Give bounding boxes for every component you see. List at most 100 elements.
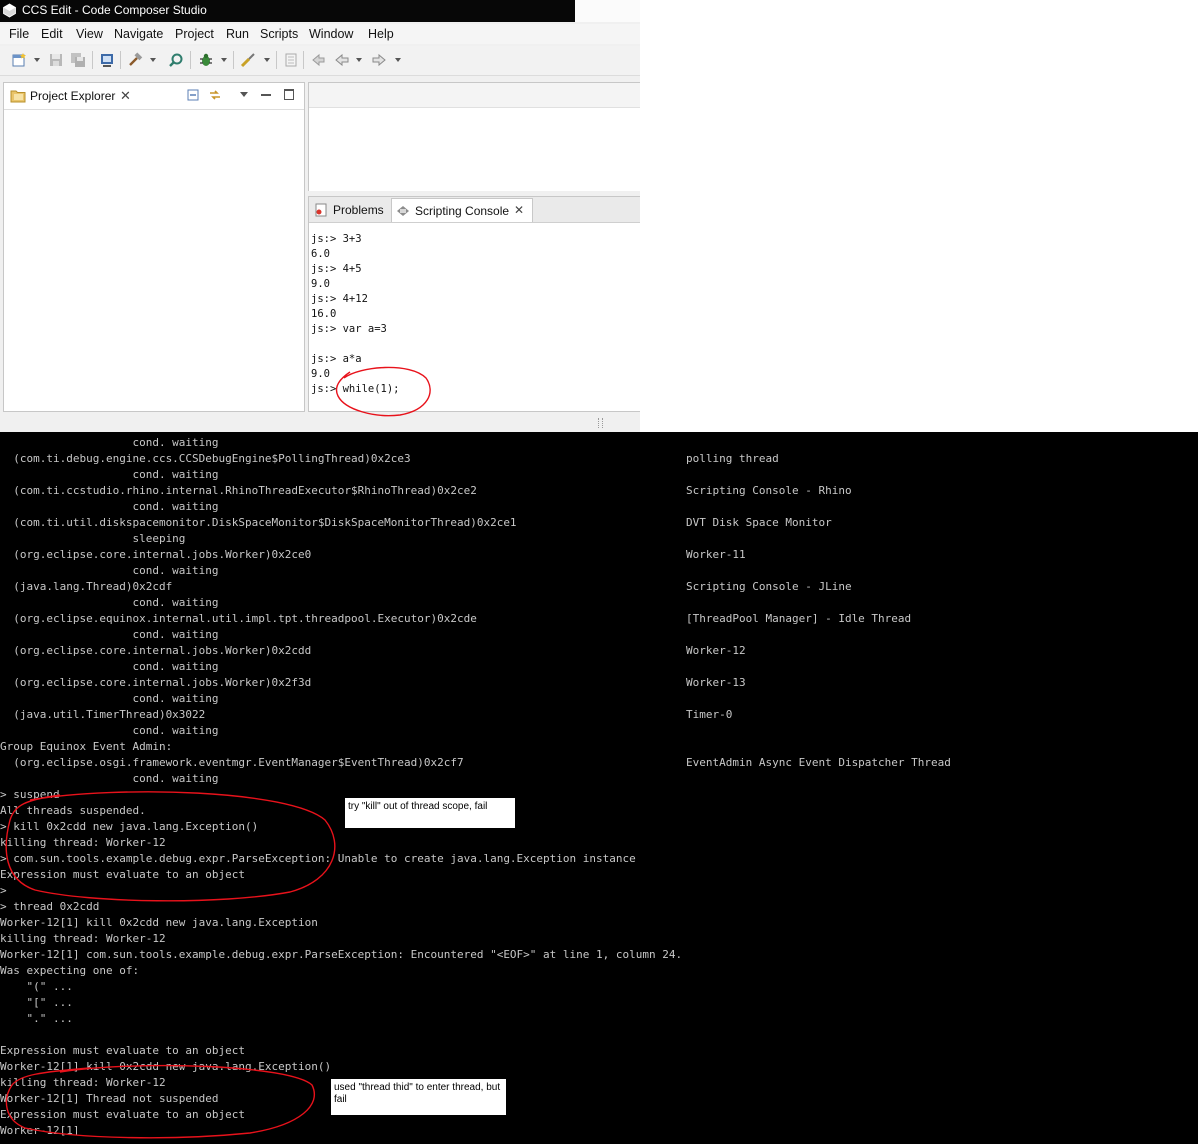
terminal-line: > thread 0x2cdd (0, 899, 1198, 915)
terminal-thread-name: DVT Disk Space Monitor (686, 516, 832, 529)
terminal-line-text: (com.ti.util.diskspacemonitor.DiskSpaceM… (0, 516, 517, 529)
build-dropdown-icon[interactable] (150, 58, 156, 62)
console-line: 6.0 (311, 248, 330, 260)
close-icon[interactable]: ✕ (120, 88, 131, 104)
console-line: js:> 3+3 (311, 233, 362, 245)
maximize-icon[interactable] (284, 89, 294, 100)
last-edit-icon[interactable] (310, 52, 326, 68)
terminal-line-text: cond. waiting (0, 468, 219, 481)
view-menu-icon[interactable] (240, 92, 248, 97)
terminal-line-text: (org.eclipse.core.internal.jobs.Worker)0… (0, 644, 312, 657)
project-explorer-label: Project Explorer (30, 89, 116, 103)
project-explorer-view: Project Explorer ✕ (3, 82, 305, 412)
minimize-icon[interactable] (261, 94, 271, 96)
terminal-line-text: > (0, 884, 7, 897)
terminal-line: "." ... (0, 1011, 1198, 1027)
terminal-line-text: "." ... (0, 1012, 73, 1025)
menu-scripts[interactable]: Scripts (260, 27, 298, 41)
menu-run[interactable]: Run (226, 27, 249, 41)
menu-window[interactable]: Window (309, 27, 353, 41)
menu-project[interactable]: Project (175, 27, 214, 41)
forward-dropdown-icon[interactable] (395, 58, 401, 62)
terminal-line-text: Worker-12[1] kill 0x2cdd new java.lang.E… (0, 916, 318, 929)
terminal-line-text: > kill 0x2cdd new java.lang.Exception() (0, 820, 259, 833)
terminal-line: killing thread: Worker-12 (0, 1075, 1198, 1091)
save-all-icon[interactable] (70, 52, 86, 68)
new-dropdown-icon[interactable] (34, 58, 40, 62)
menu-navigate[interactable]: Navigate (114, 27, 163, 41)
tab-scripting-console[interactable]: Scripting Console ✕ (391, 198, 533, 222)
scripting-console-icon (397, 206, 409, 216)
page-icon[interactable] (283, 52, 299, 68)
terminal-thread-name: Worker-12 (686, 644, 746, 657)
menu-view[interactable]: View (76, 27, 103, 41)
flash-tool-icon[interactable] (240, 52, 256, 68)
console-view-icon[interactable] (99, 52, 115, 68)
terminal-line-text: Group Equinox Event Admin: (0, 740, 173, 753)
debug-bug-icon[interactable] (198, 52, 214, 68)
terminal-line-text: cond. waiting (0, 628, 219, 641)
close-icon[interactable]: ✕ (514, 203, 524, 217)
link-with-editor-icon[interactable] (208, 88, 222, 102)
terminal-line: "(" ... (0, 979, 1198, 995)
flash-dropdown-icon[interactable] (264, 58, 270, 62)
forward-arrow-icon[interactable] (371, 52, 387, 68)
terminal-line-text: cond. waiting (0, 692, 219, 705)
terminal-thread-name: Scripting Console - JLine (686, 580, 852, 593)
build-hammer-icon[interactable] (127, 52, 143, 68)
tab-problems[interactable]: Problems (310, 198, 390, 221)
terminal-line: > kill 0x2cdd new java.lang.Exception() (0, 819, 1198, 835)
toolbar-separator (92, 51, 93, 69)
terminal-line: Group Equinox Event Admin: (0, 739, 1198, 755)
debug-dropdown-icon[interactable] (221, 58, 227, 62)
console-tab-strip: Problems Scripting Console ✕ (309, 197, 640, 223)
menu-edit[interactable]: Edit (41, 27, 63, 41)
terminal-line-text: (java.util.TimerThread)0x3022 (0, 708, 206, 721)
scripting-console-output[interactable]: js:> 3+3 6.0 js:> 4+5 9.0 js:> 4+12 16.0… (311, 232, 639, 397)
jdb-terminal[interactable]: cond. waiting (com.ti.debug.engine.ccs.C… (0, 432, 1198, 1144)
title-bar[interactable]: CCS Edit - Code Composer Studio (0, 0, 575, 22)
terminal-line: All threads suspended. (0, 803, 1198, 819)
back-dropdown-icon[interactable] (356, 58, 362, 62)
terminal-thread-name: Worker-13 (686, 676, 746, 689)
resize-grip[interactable] (598, 418, 603, 428)
terminal-line: Worker-12[1] kill 0x2cdd new java.lang.E… (0, 1059, 1198, 1075)
terminal-line: Worker-12[1] Thread not suspended (0, 1091, 1198, 1107)
terminal-line-text: (org.eclipse.equinox.internal.util.impl.… (0, 612, 477, 625)
terminal-line: (org.eclipse.core.internal.jobs.Worker)0… (0, 675, 1198, 691)
toolbar-separator (233, 51, 234, 69)
title-bar-extension (575, 0, 640, 22)
console-line: js:> 4+5 (311, 263, 362, 275)
main-toolbar (0, 46, 640, 76)
terminal-line: cond. waiting (0, 771, 1198, 787)
terminal-line: (com.ti.debug.engine.ccs.CCSDebugEngine$… (0, 451, 1198, 467)
menu-file[interactable]: File (9, 27, 29, 41)
terminal-thread-name: Scripting Console - Rhino (686, 484, 852, 497)
terminal-line: > suspend (0, 787, 1198, 803)
terminal-line: Worker-12[1] com.sun.tools.example.debug… (0, 947, 1198, 963)
terminal-line-text: > thread 0x2cdd (0, 900, 100, 913)
terminal-line: Was expecting one of: (0, 963, 1198, 979)
search-icon[interactable] (168, 52, 184, 68)
new-icon[interactable] (11, 52, 27, 68)
terminal-line-text: (org.eclipse.osgi.framework.eventmgr.Eve… (0, 756, 464, 769)
terminal-line-text: cond. waiting (0, 500, 219, 513)
terminal-line-text: "[" ... (0, 996, 73, 1009)
terminal-line: "[" ... (0, 995, 1198, 1011)
terminal-line: cond. waiting (0, 595, 1198, 611)
collapse-all-icon[interactable] (186, 88, 200, 102)
editor-area[interactable] (308, 82, 640, 191)
terminal-line-text: cond. waiting (0, 596, 219, 609)
menu-help[interactable]: Help (368, 27, 394, 41)
ccs-app-icon (3, 3, 16, 18)
toolbar-separator (120, 51, 121, 69)
project-explorer-tab[interactable]: Project Explorer ✕ (4, 83, 304, 110)
toolbar-separator (190, 51, 191, 69)
console-line: 16.0 (311, 308, 337, 320)
terminal-line: (org.eclipse.core.internal.jobs.Worker)0… (0, 547, 1198, 563)
back-arrow-icon[interactable] (334, 52, 350, 68)
save-icon[interactable] (48, 52, 64, 68)
terminal-line: > (0, 883, 1198, 899)
